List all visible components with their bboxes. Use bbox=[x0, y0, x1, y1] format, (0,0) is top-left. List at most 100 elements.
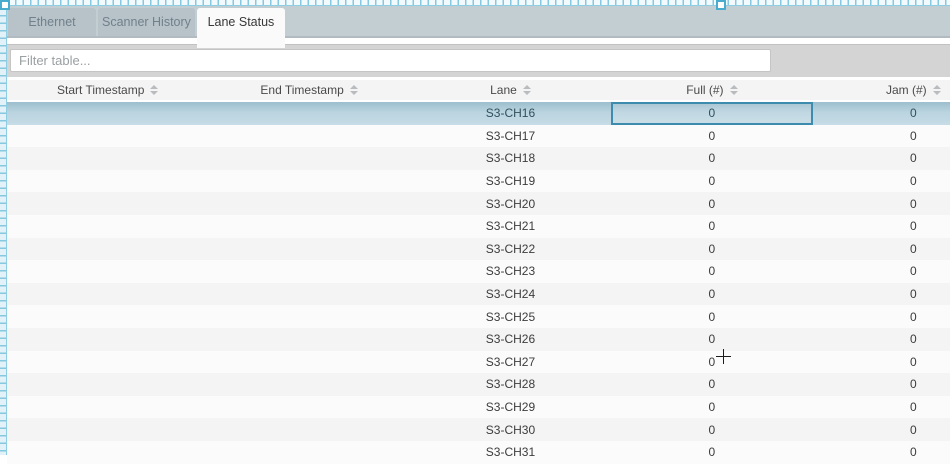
cell-start[interactable] bbox=[7, 170, 208, 193]
cell-lane[interactable]: S3-CH22 bbox=[410, 238, 611, 261]
cell-start[interactable] bbox=[7, 305, 208, 328]
cell-jam[interactable]: 0 bbox=[813, 170, 950, 193]
cell-start[interactable] bbox=[7, 101, 208, 125]
cell-full[interactable]: 0 bbox=[611, 170, 812, 193]
filter-input[interactable] bbox=[10, 49, 771, 72]
cell-jam[interactable]: 0 bbox=[813, 283, 950, 306]
cell-start[interactable] bbox=[7, 147, 208, 170]
cell-lane[interactable]: S3-CH20 bbox=[410, 192, 611, 215]
column-header-full[interactable]: Full (#) bbox=[611, 80, 812, 101]
cell-end[interactable] bbox=[208, 351, 409, 374]
cell-full[interactable]: 0 bbox=[611, 215, 812, 238]
cell-full[interactable]: 0 bbox=[611, 147, 812, 170]
cell-end[interactable] bbox=[208, 441, 409, 464]
tab-lane-status[interactable]: Lane Status bbox=[197, 8, 285, 48]
cell-end[interactable] bbox=[208, 418, 409, 441]
cell-full[interactable]: 0 bbox=[611, 328, 812, 351]
cell-jam[interactable]: 0 bbox=[813, 215, 950, 238]
cell-jam[interactable]: 0 bbox=[813, 238, 950, 261]
table-row[interactable]: S3-CH3100 bbox=[7, 441, 950, 464]
cell-lane[interactable]: S3-CH21 bbox=[410, 215, 611, 238]
cell-end[interactable] bbox=[208, 283, 409, 306]
cell-start[interactable] bbox=[7, 125, 208, 148]
cell-start[interactable] bbox=[7, 215, 208, 238]
cell-full[interactable]: 0 bbox=[611, 283, 812, 306]
cell-full[interactable]: 0 bbox=[611, 418, 812, 441]
cell-end[interactable] bbox=[208, 101, 409, 125]
cell-start[interactable] bbox=[7, 396, 208, 419]
selection-handle-top-left[interactable] bbox=[0, 0, 10, 10]
cell-jam[interactable]: 0 bbox=[813, 147, 950, 170]
column-header-lane[interactable]: Lane bbox=[410, 80, 611, 101]
cell-full[interactable]: 0 bbox=[611, 351, 812, 374]
cell-jam[interactable]: 0 bbox=[813, 396, 950, 419]
cell-start[interactable] bbox=[7, 328, 208, 351]
cell-start[interactable] bbox=[7, 260, 208, 283]
cell-end[interactable] bbox=[208, 373, 409, 396]
cell-end[interactable] bbox=[208, 328, 409, 351]
tab-scanner-history[interactable]: Scanner History bbox=[98, 8, 195, 36]
cell-jam[interactable]: 0 bbox=[813, 373, 950, 396]
cell-start[interactable] bbox=[7, 192, 208, 215]
table-row[interactable]: S3-CH2900 bbox=[7, 396, 950, 419]
cell-start[interactable] bbox=[7, 373, 208, 396]
table-row[interactable]: S3-CH2300 bbox=[7, 260, 950, 283]
cell-full[interactable]: 0 bbox=[611, 125, 812, 148]
cell-start[interactable] bbox=[7, 283, 208, 306]
cell-jam[interactable]: 0 bbox=[813, 101, 950, 125]
cell-jam[interactable]: 0 bbox=[813, 328, 950, 351]
cell-lane[interactable]: S3-CH23 bbox=[410, 260, 611, 283]
cell-lane[interactable]: S3-CH19 bbox=[410, 170, 611, 193]
cell-full[interactable]: 0 bbox=[611, 238, 812, 261]
cell-jam[interactable]: 0 bbox=[813, 351, 950, 374]
cell-full[interactable]: 0 bbox=[611, 260, 812, 283]
cell-full[interactable]: 0 bbox=[611, 373, 812, 396]
table-row[interactable]: S3-CH1900 bbox=[7, 170, 950, 193]
cell-end[interactable] bbox=[208, 238, 409, 261]
cell-full[interactable]: 0 bbox=[611, 192, 812, 215]
cell-jam[interactable]: 0 bbox=[813, 305, 950, 328]
table-row[interactable]: S3-CH1800 bbox=[7, 147, 950, 170]
cell-end[interactable] bbox=[208, 125, 409, 148]
table-row[interactable]: S3-CH2400 bbox=[7, 283, 950, 306]
cell-end[interactable] bbox=[208, 305, 409, 328]
table-row[interactable]: S3-CH2000 bbox=[7, 192, 950, 215]
cell-start[interactable] bbox=[7, 418, 208, 441]
table-row[interactable]: S3-CH3000 bbox=[7, 418, 950, 441]
column-header-start[interactable]: Start Timestamp bbox=[7, 80, 208, 101]
cell-jam[interactable]: 0 bbox=[813, 125, 950, 148]
cell-end[interactable] bbox=[208, 192, 409, 215]
cell-end[interactable] bbox=[208, 396, 409, 419]
cell-lane[interactable]: S3-CH26 bbox=[410, 328, 611, 351]
cell-lane[interactable]: S3-CH30 bbox=[410, 418, 611, 441]
table-row[interactable]: S3-CH2100 bbox=[7, 215, 950, 238]
cell-lane[interactable]: S3-CH17 bbox=[410, 125, 611, 148]
cell-lane[interactable]: S3-CH31 bbox=[410, 441, 611, 464]
cell-lane[interactable]: S3-CH29 bbox=[410, 396, 611, 419]
table-row[interactable]: S3-CH2700 bbox=[7, 351, 950, 374]
cell-jam[interactable]: 0 bbox=[813, 441, 950, 464]
cell-end[interactable] bbox=[208, 260, 409, 283]
cell-lane[interactable]: S3-CH28 bbox=[410, 373, 611, 396]
table-row[interactable]: S3-CH2500 bbox=[7, 305, 950, 328]
column-header-end[interactable]: End Timestamp bbox=[208, 80, 409, 101]
cell-end[interactable] bbox=[208, 170, 409, 193]
cell-start[interactable] bbox=[7, 441, 208, 464]
tab-ethernet[interactable]: Ethernet bbox=[8, 8, 96, 36]
cell-lane[interactable]: S3-CH24 bbox=[410, 283, 611, 306]
cell-jam[interactable]: 0 bbox=[813, 260, 950, 283]
column-header-jam[interactable]: Jam (#) bbox=[813, 80, 950, 101]
cell-full[interactable]: 0 bbox=[611, 305, 812, 328]
table-row[interactable]: S3-CH1600 bbox=[7, 101, 950, 125]
cell-lane[interactable]: S3-CH16 bbox=[410, 101, 611, 125]
cell-start[interactable] bbox=[7, 238, 208, 261]
table-row[interactable]: S3-CH1700 bbox=[7, 125, 950, 148]
table-row[interactable]: S3-CH2800 bbox=[7, 373, 950, 396]
cell-jam[interactable]: 0 bbox=[813, 192, 950, 215]
selection-handle-top-center[interactable] bbox=[716, 0, 726, 10]
cell-lane[interactable]: S3-CH18 bbox=[410, 147, 611, 170]
cell-start[interactable] bbox=[7, 351, 208, 374]
cell-full[interactable]: 0 bbox=[611, 101, 812, 125]
cell-full[interactable]: 0 bbox=[611, 441, 812, 464]
cell-jam[interactable]: 0 bbox=[813, 418, 950, 441]
